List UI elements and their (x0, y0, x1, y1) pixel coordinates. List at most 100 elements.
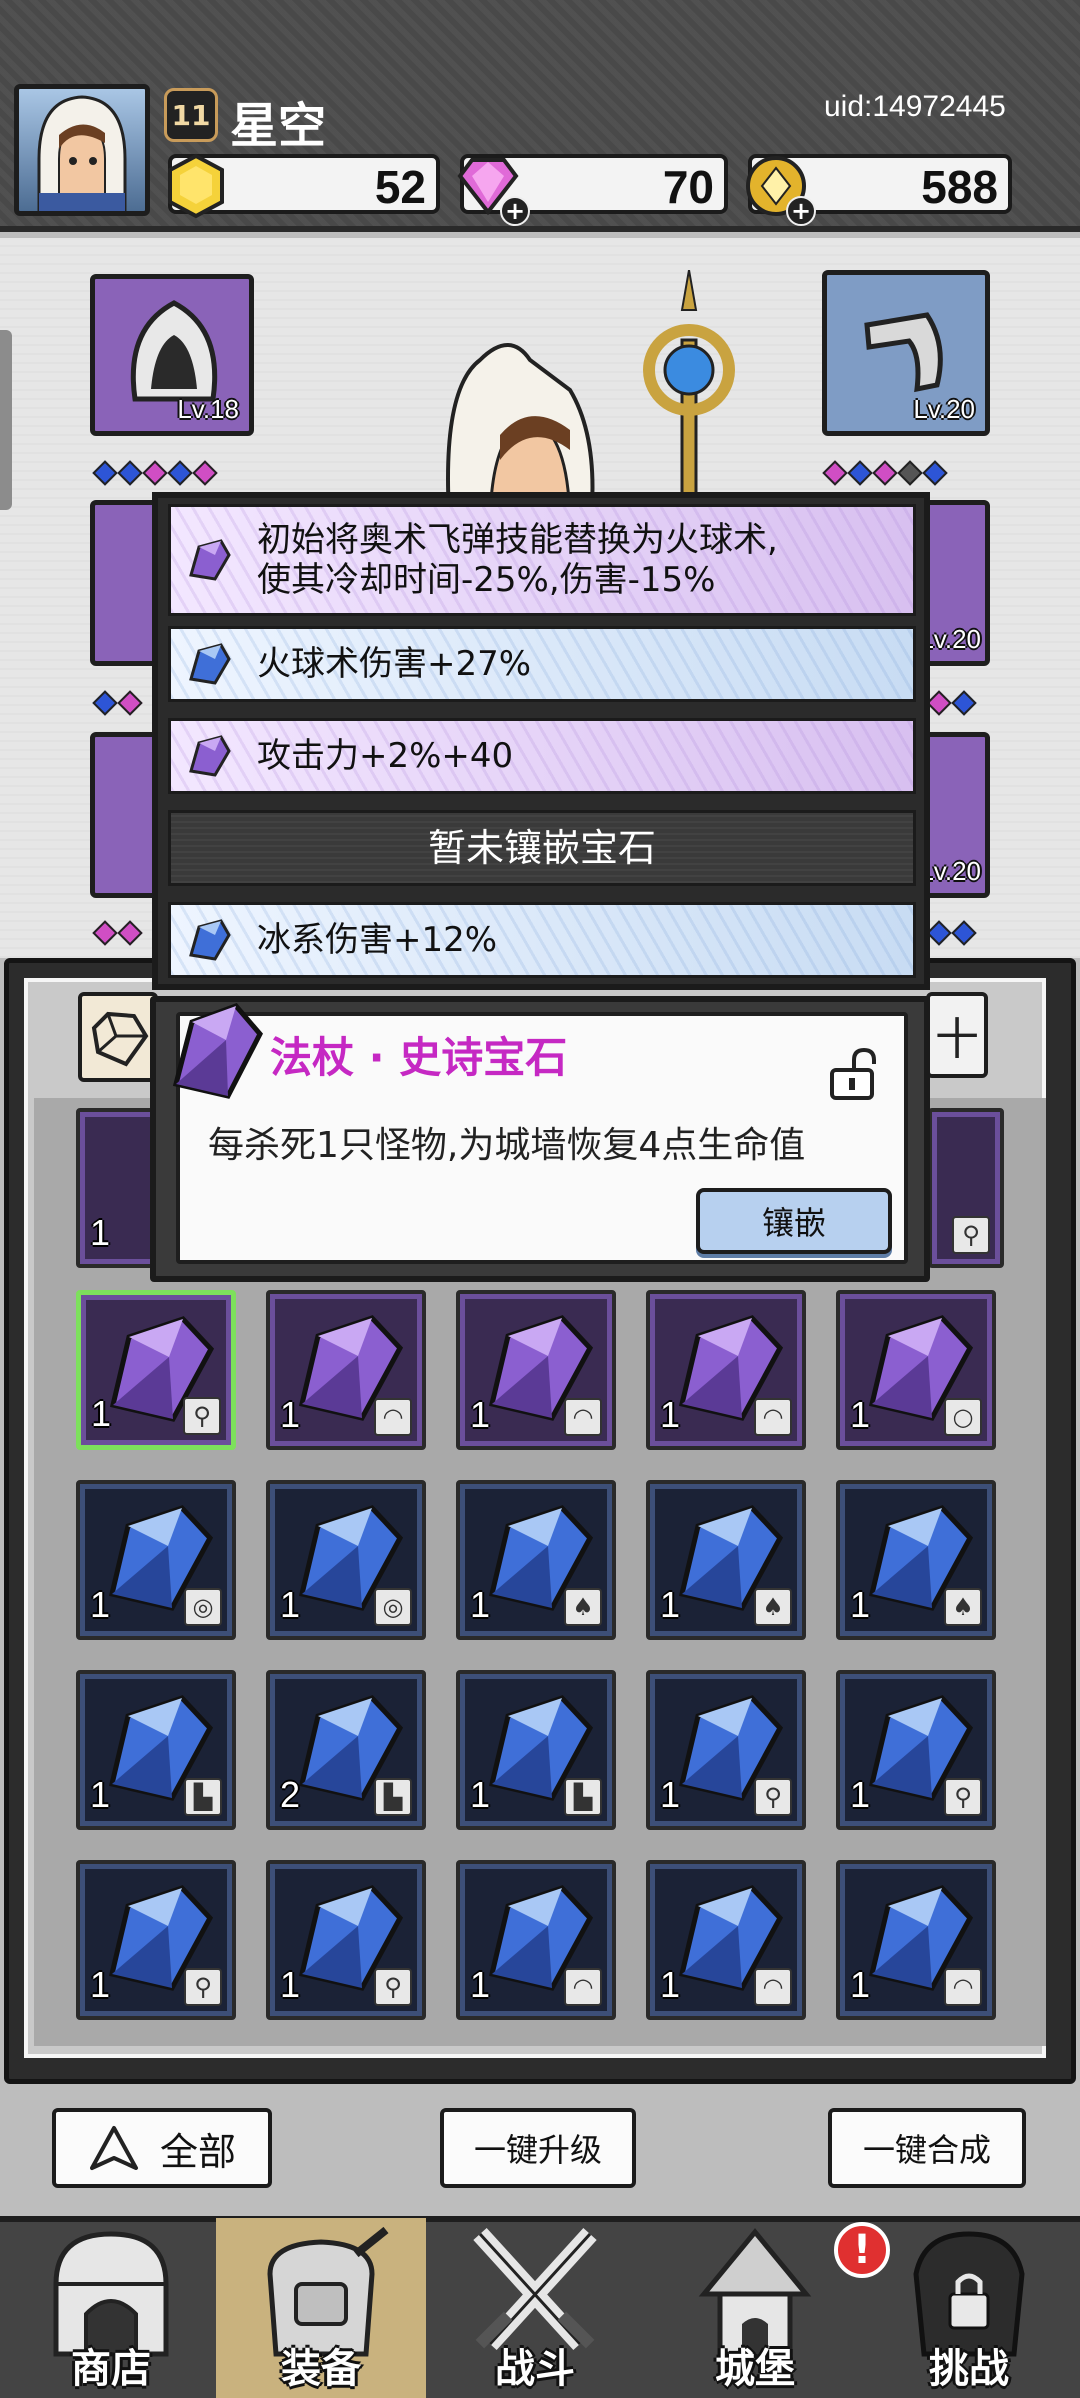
gem-cell[interactable]: 1 ⚲ (266, 1860, 426, 2020)
gem-cell[interactable]: ⚲ (928, 1108, 1004, 1268)
gem-effect-text: 冰系伤害+12% (257, 920, 498, 960)
nav-shop-label: 商店 (71, 2346, 151, 2392)
gem-description: 每杀死1只怪物,为城墙恢复4点生命值 (208, 1125, 806, 1166)
gem-cell[interactable]: 1 ⚲ (836, 1670, 996, 1830)
nav-equipment-label: 装备 (281, 2346, 361, 2392)
gem-count: 1 (470, 1584, 491, 1625)
gem-count: 1 (850, 1394, 871, 1435)
coin-value: 588 (921, 161, 998, 213)
hat-type-icon: ◠ (754, 1398, 792, 1436)
gem-cell[interactable]: 1 ◠ (646, 1290, 806, 1450)
gem-count: 1 (660, 1774, 681, 1815)
gem-cell[interactable]: 1 ◎ (76, 1480, 236, 1640)
gem-count: 1 (90, 1584, 111, 1625)
equip-slot-cloak[interactable] (90, 500, 160, 666)
staff-type-icon: ⚲ (183, 1397, 221, 1435)
nav-battle[interactable]: 战斗 (430, 2218, 640, 2398)
gem-cell[interactable]: 1 ◎ (266, 1480, 426, 1640)
gem-cell[interactable]: 1 ♠ (456, 1480, 616, 1640)
gold-value: 52 (374, 161, 426, 213)
unlock-icon[interactable] (824, 1046, 880, 1102)
staff-type-icon: ⚲ (944, 1778, 982, 1816)
equip-slot-boots[interactable] (90, 732, 160, 898)
armor-type-icon: ♠ (754, 1588, 792, 1626)
hero-figure-icon (446, 270, 735, 530)
boots-type-icon: ▙ (184, 1778, 222, 1816)
gold-hexagon-icon (168, 153, 224, 219)
ring-type-icon: ◎ (374, 1588, 412, 1626)
gem-cell[interactable]: 1 ◠ (456, 1860, 616, 2020)
gem-title: 法杖 · 史诗宝石 (270, 1033, 568, 1082)
gem-cell[interactable]: 2 ▙ (266, 1670, 426, 1830)
gem-outline-icon (91, 1011, 149, 1067)
socketed-gems-list: 初始将奥术飞弹技能替换为火球术, 使其冷却时间-25%,伤害-15% 火球术伤害… (152, 492, 930, 990)
gem-value: 70 (662, 161, 714, 213)
equip-slot-ring[interactable]: Lv.20 (919, 500, 990, 666)
gem-cell[interactable]: 1 ◠ (266, 1290, 426, 1450)
gem-slot-row[interactable]: 火球术伤害+27% (168, 626, 916, 702)
gem-cell[interactable]: 1 ▙ (456, 1670, 616, 1830)
equip-slot-hood[interactable]: Lv.18 (90, 274, 254, 436)
gem-count: 1 (470, 1774, 491, 1815)
gem-slot-row[interactable]: 初始将奥术飞弹技能替换为火球术, 使其冷却时间-25%,伤害-15% (168, 504, 916, 616)
gem-count: 1 (90, 1964, 111, 2005)
gem-detail-popup: 法杖 · 史诗宝石 每杀死1只怪物,为城墙恢复4点生命值 镶嵌 (150, 996, 930, 1282)
gem-cell[interactable]: 1 ⚲ (646, 1670, 806, 1830)
player-avatar[interactable] (14, 84, 150, 216)
ring-type-icon: ◎ (184, 1588, 222, 1626)
gem-slot-row[interactable]: 攻击力+2%+40 (168, 718, 916, 794)
gem-count: 1 (850, 1584, 871, 1625)
gem-effect-text: 攻击力+2%+40 (257, 736, 514, 776)
nav-challenge-label: 挑战 (929, 2346, 1009, 2392)
gem-socket-indicators (926, 920, 977, 946)
nav-equipment[interactable]: 装备 (216, 2218, 426, 2398)
show-all-button[interactable]: 全部 (52, 2108, 272, 2188)
gem-count: 1 (91, 1393, 112, 1434)
hat-type-icon: ◠ (374, 1398, 412, 1436)
gem-cell[interactable]: 1 ◠ (836, 1860, 996, 2020)
empty-slot-text: 暂未镶嵌宝石 (427, 826, 656, 870)
gem-slot-row[interactable]: 冰系伤害+12% (168, 902, 916, 978)
hat-type-icon: ◠ (564, 1398, 602, 1436)
nav-challenge[interactable]: 挑战 (864, 2218, 1074, 2398)
filter-add-tab[interactable]: 十 (926, 992, 988, 1078)
player-uid: uid:14972445 (824, 90, 1006, 123)
gem-cell[interactable]: 1 ♠ (836, 1480, 996, 1640)
gem-detail-card: 法杖 · 史诗宝石 每杀死1只怪物,为城墙恢复4点生命值 镶嵌 (176, 1012, 908, 1264)
gem-cell[interactable]: 1 ○ (836, 1290, 996, 1450)
show-all-label: 全部 (159, 2129, 236, 2174)
inlay-button[interactable]: 镶嵌 (696, 1188, 892, 1254)
nav-battle-label: 战斗 (495, 2346, 575, 2392)
gem-count: 1 (90, 1212, 111, 1253)
gem-count: 1 (470, 1964, 491, 2005)
hat-type-icon: ◠ (944, 1968, 982, 2006)
filter-all-gems-tab[interactable] (78, 992, 158, 1082)
gem-cell[interactable]: 1 ◠ (646, 1860, 806, 2020)
gem-socket-indicators (92, 460, 218, 486)
gem-cell[interactable]: 1 ▙ (76, 1670, 236, 1830)
equip-slot-necklace[interactable]: Lv.20 (919, 732, 990, 898)
purple-gem-icon (189, 735, 231, 777)
gem-socket-indicators (92, 920, 143, 946)
gem-count: 1 (90, 1774, 111, 1815)
one-click-merge-button[interactable]: 一键合成 (828, 2108, 1026, 2188)
wizard-portrait-icon (37, 95, 127, 211)
gem-count: 1 (850, 1774, 871, 1815)
necklace-type-icon: ○ (944, 1398, 982, 1436)
nav-castle[interactable]: 城堡 (650, 2218, 860, 2398)
gem-count: 1 (660, 1964, 681, 2005)
add-coins-button[interactable]: + (786, 196, 816, 226)
gem-cell[interactable]: 1 ♠ (646, 1480, 806, 1640)
one-click-upgrade-button[interactable]: 一键升级 (440, 2108, 636, 2188)
add-gems-button[interactable]: + (500, 196, 530, 226)
gem-count: 1 (660, 1584, 681, 1625)
equip-slot-gloves[interactable]: Lv.20 (822, 270, 990, 436)
gem-cell[interactable]: 1 ⚲ (76, 1290, 236, 1450)
boots-type-icon: ▙ (374, 1778, 412, 1816)
nav-shop[interactable]: 商店 (6, 2218, 216, 2398)
side-drawer-handle[interactable] (0, 330, 12, 510)
gem-cell[interactable]: 1 ⚲ (76, 1860, 236, 2020)
gem-cell[interactable]: 1 ◠ (456, 1290, 616, 1450)
gem-count: 1 (280, 1964, 301, 2005)
empty-gem-slot-row[interactable]: 暂未镶嵌宝石 (168, 810, 916, 886)
